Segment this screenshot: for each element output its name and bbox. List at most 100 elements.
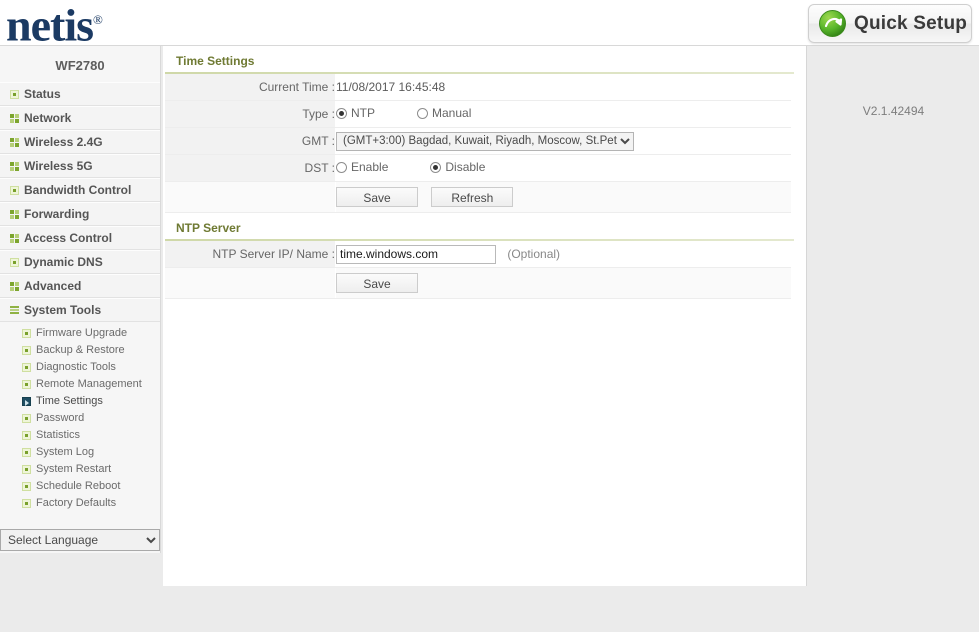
radio-icon[interactable] [336, 161, 347, 173]
dst-radio-group: Enable Disable [336, 160, 527, 174]
submenu-item-system-restart[interactable]: System Restart [22, 461, 160, 478]
submenu-item-label: Diagnostic Tools [36, 361, 116, 373]
radio-icon[interactable] [417, 107, 428, 119]
page-body: WF2780 Status Network Wireless 2.4G Wire… [0, 46, 979, 632]
time-settings-refresh-button[interactable]: Refresh [431, 187, 514, 207]
table-row-actions: Save [165, 267, 791, 299]
main-content: Time Settings Current Time : 11/08/2017 … [163, 46, 807, 586]
ntp-server-save-button[interactable]: Save [336, 273, 418, 293]
sidebar-item-wireless-5g[interactable]: Wireless 5G [0, 154, 160, 178]
ntp-server-field-label: NTP Server IP/ Name : [165, 241, 336, 268]
active-arrow-icon [22, 397, 31, 406]
submenu-item-label: Statistics [36, 429, 81, 441]
quick-setup-label: Quick Setup [854, 12, 968, 34]
current-time-value: 11/08/2017 16:45:48 [336, 80, 446, 94]
submenu-item-backup-restore[interactable]: Backup & Restore [22, 342, 160, 359]
lines-icon [10, 305, 19, 315]
gmt-timezone-select[interactable]: (GMT+3:00) Bagdad, Kuwait, Riyadh, Mosco… [336, 131, 634, 151]
device-model-label: WF2780 [0, 46, 160, 82]
sidebar-item-label: Status [24, 87, 61, 101]
submenu-item-factory-defaults[interactable]: Factory Defaults [22, 495, 160, 512]
table-row: GMT : (GMT+3:00) Bagdad, Kuwait, Riyadh,… [165, 127, 791, 155]
submenu-item-label: System Log [36, 446, 95, 458]
ntp-server-heading: NTP Server [176, 221, 241, 235]
grid-icon [10, 233, 19, 243]
star-icon [10, 185, 19, 195]
submenu-item-remote-management[interactable]: Remote Management [22, 376, 160, 393]
submenu-item-schedule-reboot[interactable]: Schedule Reboot [22, 478, 160, 495]
submenu-item-label: System Restart [36, 463, 112, 475]
sidebar-item-access-control[interactable]: Access Control [0, 226, 160, 250]
radio-icon[interactable] [336, 107, 347, 119]
type-option-label: Manual [432, 106, 472, 121]
sidebar-item-label: Access Control [24, 231, 113, 245]
sidebar-item-advanced[interactable]: Advanced [0, 274, 160, 298]
submenu-item-password[interactable]: Password [22, 410, 160, 427]
sidebar-item-bandwidth-control[interactable]: Bandwidth Control [0, 178, 160, 202]
bullet-icon [22, 499, 31, 508]
dst-option-disable[interactable]: Disable [430, 160, 485, 174]
sidebar-item-dynamic-dns[interactable]: Dynamic DNS [0, 250, 160, 274]
table-row: DST : Enable Disable [165, 154, 791, 182]
dst-option-label: Disable [445, 160, 486, 175]
quick-setup-button[interactable]: Quick Setup [808, 4, 972, 43]
type-option-label: NTP [351, 106, 375, 121]
page-header: netis® Quick Setup [0, 0, 979, 50]
sidebar-item-label: Wireless 5G [24, 159, 93, 173]
netis-logo: netis® [6, 0, 103, 51]
bullet-icon [22, 482, 31, 491]
firmware-version-label: V2.1.42494 [862, 104, 925, 118]
bullet-icon [22, 380, 31, 389]
time-settings-form: Current Time : 11/08/2017 16:45:48 Type … [165, 74, 791, 213]
language-select[interactable]: Select Language [0, 529, 160, 551]
spacer-cell [165, 267, 336, 299]
bullet-icon [22, 465, 31, 474]
type-option-ntp[interactable]: NTP [336, 106, 375, 120]
sidebar-item-label: Bandwidth Control [24, 183, 132, 197]
submenu-item-statistics[interactable]: Statistics [22, 427, 160, 444]
submenu-item-label: Time Settings [36, 395, 103, 407]
logo-text: netis [6, 0, 94, 51]
grid-icon [10, 161, 19, 171]
dst-option-label: Enable [351, 160, 389, 175]
system-tools-submenu: Firmware Upgrade Backup & Restore Diagno… [0, 322, 160, 514]
submenu-item-time-settings[interactable]: Time Settings [22, 393, 160, 410]
green-swoosh-icon [819, 10, 846, 37]
grid-icon [10, 209, 19, 219]
submenu-item-system-log[interactable]: System Log [22, 444, 160, 461]
dst-label: DST : [165, 154, 336, 182]
ntp-server-form: NTP Server IP/ Name : (Optional) Save [165, 241, 791, 299]
sidebar-item-system-tools[interactable]: System Tools [0, 298, 160, 322]
sidebar-item-status[interactable]: Status [0, 82, 160, 106]
grid-icon [10, 137, 19, 147]
sidebar-item-wireless-24g[interactable]: Wireless 2.4G [0, 130, 160, 154]
sidebar-item-network[interactable]: Network [0, 106, 160, 130]
sidebar-item-label: Dynamic DNS [24, 255, 103, 269]
time-settings-heading: Time Settings [176, 54, 255, 68]
grid-icon [10, 113, 19, 123]
dst-option-enable[interactable]: Enable [336, 160, 388, 174]
type-option-manual[interactable]: Manual [417, 106, 471, 120]
table-row: Type : NTP Manual [165, 100, 791, 128]
bullet-icon [22, 448, 31, 457]
star-icon [10, 89, 19, 99]
sidebar: WF2780 Status Network Wireless 2.4G Wire… [0, 46, 161, 553]
sidebar-item-label: Forwarding [24, 207, 90, 221]
submenu-item-diagnostic-tools[interactable]: Diagnostic Tools [22, 359, 160, 376]
bullet-icon [22, 329, 31, 338]
sidebar-item-label: Network [24, 111, 72, 125]
optional-hint: (Optional) [507, 247, 561, 261]
time-settings-save-button[interactable]: Save [336, 187, 418, 207]
submenu-item-label: Backup & Restore [36, 344, 125, 356]
submenu-item-label: Password [36, 412, 85, 424]
ntp-server-input[interactable] [336, 244, 496, 264]
submenu-item-label: Schedule Reboot [36, 480, 121, 492]
submenu-item-firmware-upgrade[interactable]: Firmware Upgrade [22, 325, 160, 342]
table-row: NTP Server IP/ Name : (Optional) [165, 241, 791, 268]
registered-mark: ® [93, 12, 103, 27]
radio-icon[interactable] [430, 161, 442, 173]
submenu-item-label: Firmware Upgrade [36, 327, 128, 339]
bullet-icon [22, 431, 31, 440]
sidebar-item-forwarding[interactable]: Forwarding [0, 202, 160, 226]
submenu-item-label: Remote Management [36, 378, 142, 390]
